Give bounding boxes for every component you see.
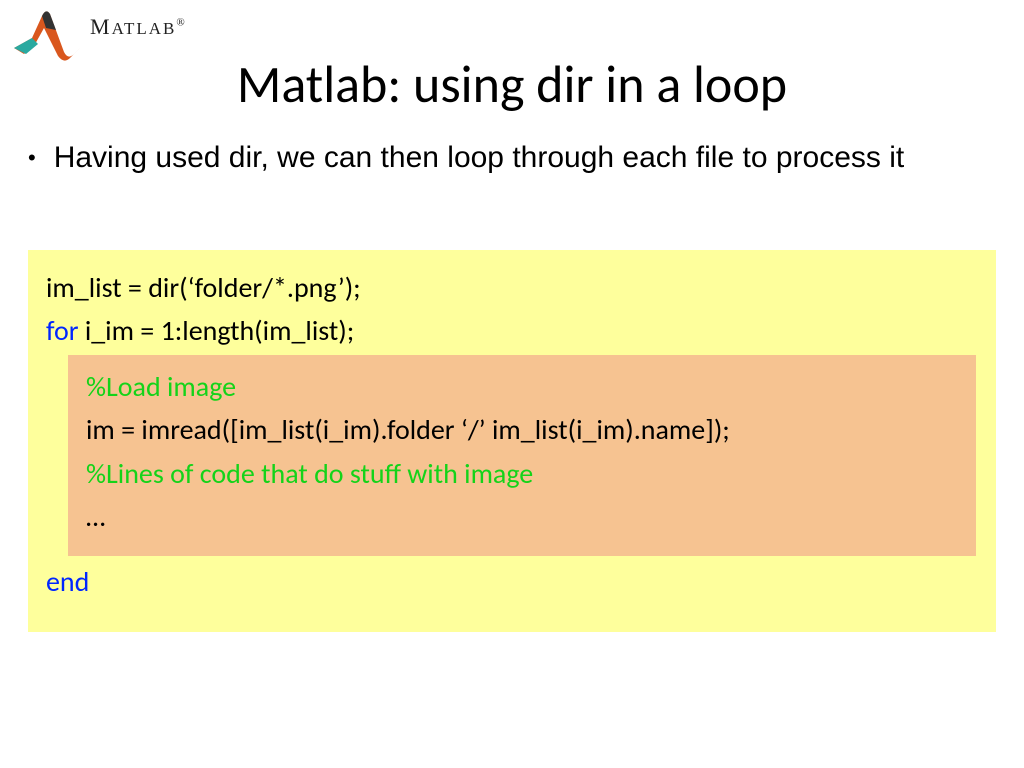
matlab-brand-first: M <box>90 14 112 39</box>
registered-mark: ® <box>176 17 186 29</box>
code-ellipsis: … <box>86 495 958 538</box>
code-block-outer: im_list = dir(‘folder/*.png’); for i_im … <box>28 250 996 632</box>
matlab-brand-rest: ATLAB <box>112 19 177 38</box>
code-inner-line-2: im = imread([im_list(i_im).folder ‘/’ im… <box>86 408 958 451</box>
code-end: end <box>46 560 978 603</box>
code-comment-1: %Load image <box>86 365 958 408</box>
matlab-wordmark: MATLAB® <box>90 14 187 40</box>
bullet-area: • Having used dir, we can then loop thro… <box>28 138 984 177</box>
code-block-inner: %Load image im = imread([im_list(i_im).f… <box>68 355 976 557</box>
keyword-for: for <box>46 313 78 348</box>
bullet-item: • Having used dir, we can then loop thro… <box>28 138 984 177</box>
bullet-dot: • <box>28 144 36 173</box>
slide-title: Matlab: using dir in a loop <box>0 52 1024 116</box>
code-line-1: im_list = dir(‘folder/*.png’); <box>46 266 978 309</box>
code-line-2: for i_im = 1:length(im_list); <box>46 309 978 352</box>
code-comment-2: %Lines of code that do stuff with image <box>86 452 958 495</box>
code-line-2-rest: i_im = 1:length(im_list); <box>78 313 354 348</box>
bullet-text: Having used dir, we can then loop throug… <box>54 138 905 177</box>
